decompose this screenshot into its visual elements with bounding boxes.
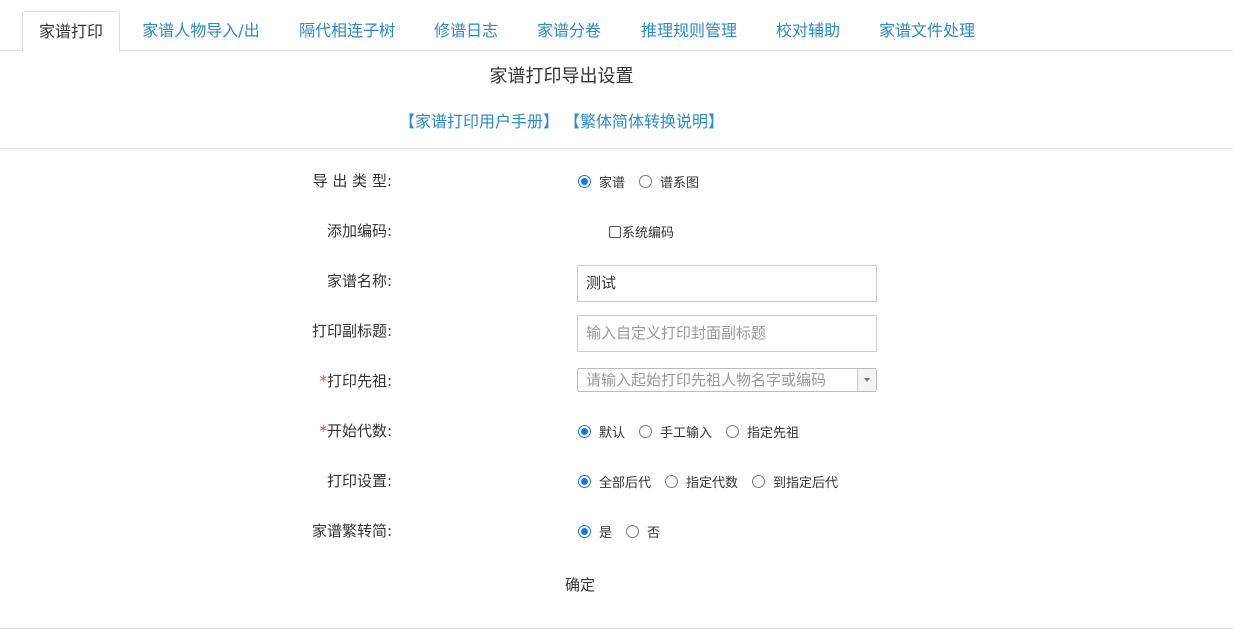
export-type-option-chart[interactable]: 谱系图 xyxy=(639,172,699,191)
tab-volume-split[interactable]: 家谱分卷 xyxy=(526,11,612,51)
traditional-simplified-option-no[interactable]: 否 xyxy=(626,522,660,541)
confirm-button[interactable]: 确定 xyxy=(0,574,1160,595)
system-code-checkbox[interactable] xyxy=(609,225,621,238)
radio-checked-icon[interactable] xyxy=(578,175,591,188)
ancestor-select-placeholder: 请输入起始打印先祖人物名字或编码 xyxy=(586,371,827,389)
tab-file-processing[interactable]: 家谱文件处理 xyxy=(868,11,986,51)
radio-unchecked-icon[interactable] xyxy=(639,425,653,438)
start-generation-label: *开始代数: xyxy=(319,422,392,440)
export-type-label: 导 出 类 型: xyxy=(312,172,392,190)
page-title: 家谱打印导出设置 xyxy=(489,66,634,87)
radio-checked-icon[interactable] xyxy=(578,425,591,438)
bottom-divider xyxy=(0,628,1233,629)
tab-inference-rules[interactable]: 推理规则管理 xyxy=(630,11,748,51)
start-generation-option-ancestor[interactable]: 指定先祖 xyxy=(726,422,799,441)
print-settings-option-all[interactable]: 全部后代 xyxy=(578,472,651,491)
traditional-simplified-radio-group: 是 否 xyxy=(578,522,674,541)
start-generation-option-manual[interactable]: 手工输入 xyxy=(639,422,712,441)
radio-unchecked-icon[interactable] xyxy=(626,525,640,538)
export-type-radio-group: 家谱 谱系图 xyxy=(578,172,713,191)
radio-unchecked-icon[interactable] xyxy=(726,425,740,438)
tab-proofreading[interactable]: 校对辅助 xyxy=(765,11,851,51)
print-settings-option-descendant[interactable]: 到指定后代 xyxy=(752,472,838,491)
ancestor-label: *打印先祖: xyxy=(319,372,392,390)
ancestor-select[interactable]: 请输入起始打印先祖人物名字或编码 xyxy=(577,368,877,392)
help-links: 【家谱打印用户手册】 【繁体简体转换说明】 xyxy=(0,108,1123,132)
radio-checked-icon[interactable] xyxy=(578,475,591,488)
tab-genealogy-print[interactable]: 家谱打印 xyxy=(22,11,120,52)
subtitle-label: 打印副标题: xyxy=(311,322,392,340)
subtitle-input[interactable]: 输入自定义打印封面副标题 xyxy=(577,315,877,352)
radio-unchecked-icon[interactable] xyxy=(665,475,679,488)
traditional-simplified-option-yes[interactable]: 是 xyxy=(578,522,612,541)
system-code-checkbox-wrap[interactable]: 系统编码 xyxy=(609,222,674,241)
tab-person-import-export[interactable]: 家谱人物导入/出 xyxy=(131,11,271,51)
divider xyxy=(0,148,1233,149)
add-code-label: 添加编码: xyxy=(326,222,392,240)
genealogy-name-input[interactable]: 测试 xyxy=(577,265,877,302)
user-manual-link[interactable]: 【家谱打印用户手册】 xyxy=(399,112,559,131)
start-generation-radio-group: 默认 手工输入 指定先祖 xyxy=(578,422,813,441)
print-settings-radio-group: 全部后代 指定代数 到指定后代 xyxy=(578,472,852,491)
conversion-note-link[interactable]: 【繁体简体转换说明】 xyxy=(564,112,724,131)
tab-skip-generation-subtree[interactable]: 隔代相连子树 xyxy=(288,11,406,51)
export-type-option-genealogy[interactable]: 家谱 xyxy=(578,172,625,191)
tab-bar: 家谱打印 家谱人物导入/出 隔代相连子树 修谱日志 家谱分卷 推理规则管理 校对… xyxy=(0,0,1233,52)
traditional-simplified-label: 家谱繁转简: xyxy=(311,522,392,540)
radio-checked-icon[interactable] xyxy=(578,525,591,538)
dropdown-arrow-button[interactable] xyxy=(857,369,876,391)
system-code-label: 系统编码 xyxy=(622,226,675,241)
chevron-down-icon xyxy=(864,378,870,382)
start-generation-option-default[interactable]: 默认 xyxy=(578,422,625,441)
tab-revision-log[interactable]: 修谱日志 xyxy=(423,11,509,51)
print-settings-option-generations[interactable]: 指定代数 xyxy=(665,472,738,491)
radio-unchecked-icon[interactable] xyxy=(752,475,766,488)
print-settings-label: 打印设置: xyxy=(326,472,392,490)
radio-unchecked-icon[interactable] xyxy=(639,175,653,188)
genealogy-name-label: 家谱名称: xyxy=(326,272,392,290)
